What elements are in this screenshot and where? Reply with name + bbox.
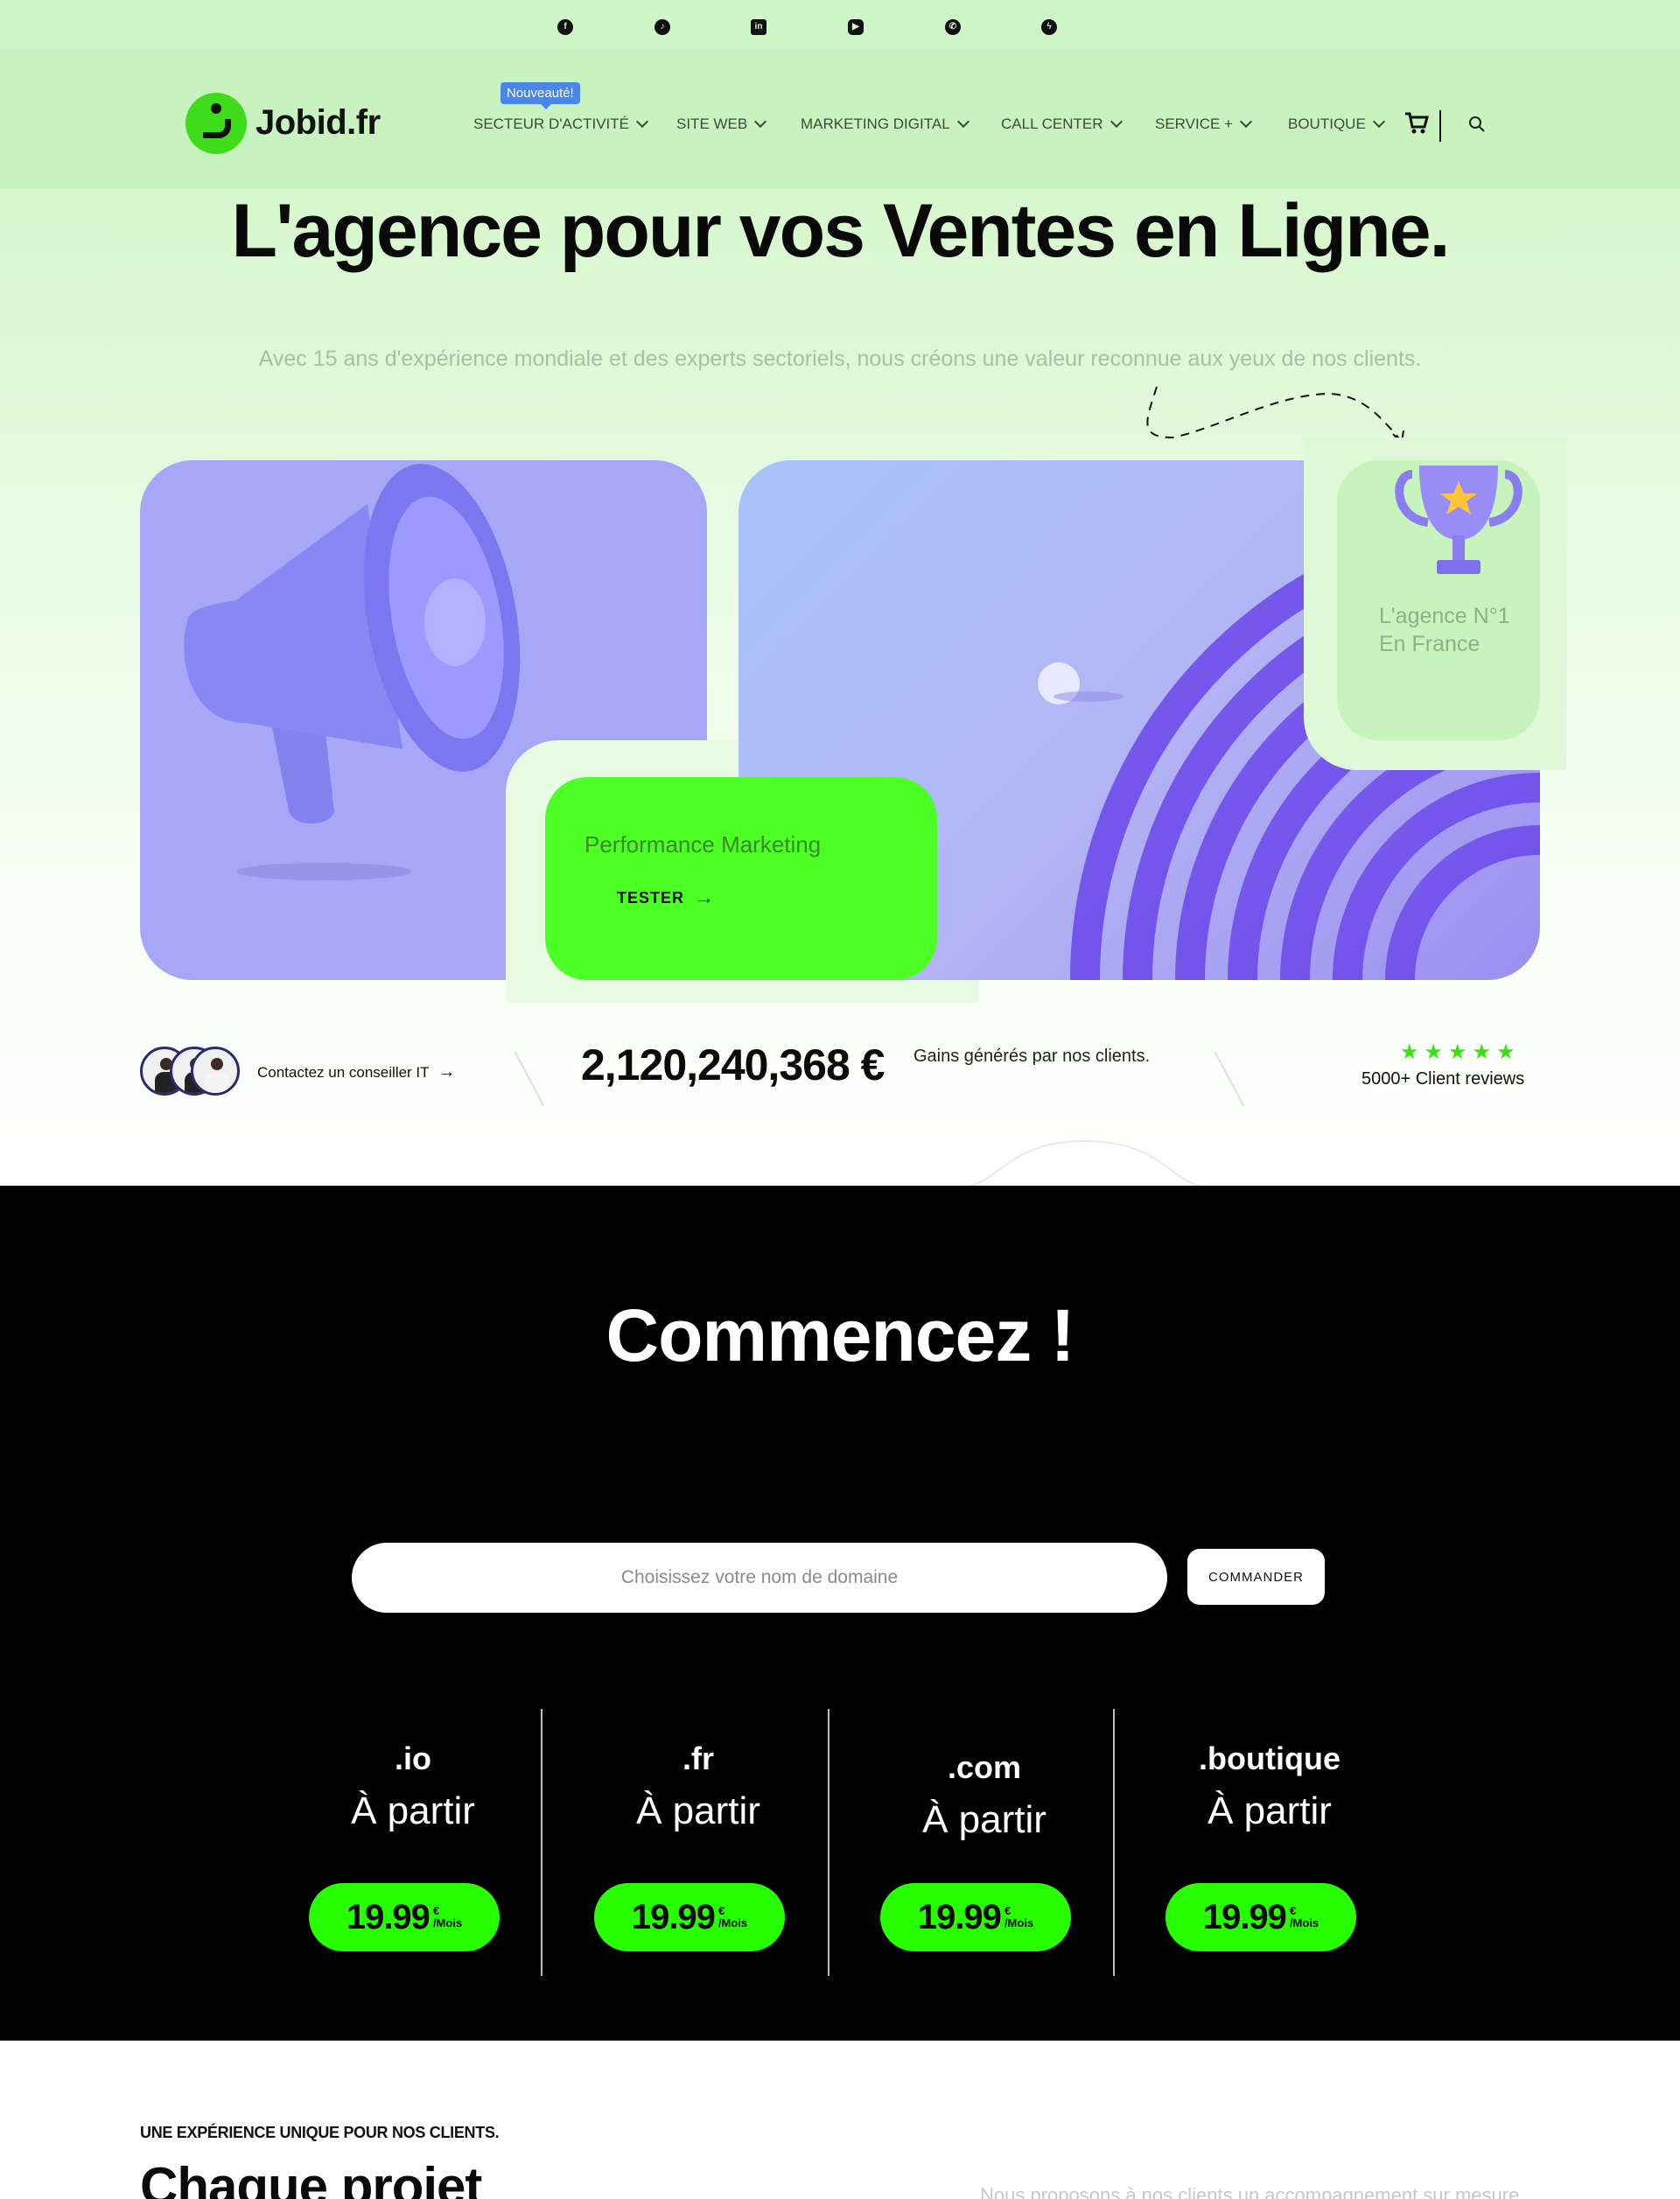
messenger-icon[interactable]: ϟ — [1041, 19, 1057, 35]
chevron-down-icon — [1372, 115, 1385, 129]
chevron-down-icon — [1239, 115, 1253, 129]
tld-name: .fr — [682, 1740, 714, 1776]
tld-card-com: .com À partir 19.99 €/Mois — [842, 1709, 1127, 1976]
hero-title: L'agence pour vos Ventes en Ligne. — [231, 189, 1451, 273]
arrow-right-icon: → — [438, 1062, 456, 1082]
nav-service[interactable]: SERVICE + — [1155, 115, 1253, 133]
linkedin-icon[interactable]: in — [751, 19, 766, 35]
price-value: 19.99 — [1202, 1897, 1287, 1936]
nav-label: CALL CENTER — [1001, 116, 1103, 132]
social-bar: f ♪ in ▶ ✆ ϟ — [0, 0, 1680, 49]
gains-caption: Gains générés par nos clients. — [914, 1047, 1151, 1066]
whatsapp-icon[interactable]: ✆ — [945, 19, 961, 35]
tld-from: À partir — [1208, 1789, 1332, 1832]
section-title: Commencez ! — [606, 1294, 1074, 1376]
search-icon[interactable] — [1468, 116, 1486, 133]
chevron-down-icon — [956, 115, 970, 129]
reviews-count: 5000+ Client reviews — [1362, 1069, 1525, 1089]
order-button[interactable]: COMMANDER — [1187, 1549, 1325, 1605]
price-pill[interactable]: 19.99 €/Mois — [1166, 1883, 1356, 1951]
nav-marketing[interactable]: MARKETING DIGITAL — [801, 115, 970, 133]
nav-label: BOUTIQUE — [1288, 116, 1366, 132]
tld-name: .com — [947, 1749, 1022, 1785]
divider — [1214, 1051, 1245, 1107]
tld-card-io: .io À partir 19.99 €/Mois — [270, 1709, 556, 1976]
hero-subtitle: Avec 15 ans d'expérience mondiale et des… — [258, 347, 1422, 371]
avatar — [191, 1047, 240, 1096]
new-badge: Nouveauté! — [500, 82, 580, 109]
section-text: Nous proposons à nos clients un accompag… — [980, 2184, 1520, 2199]
tld-from: À partir — [351, 1789, 475, 1832]
price-unit: €/Mois — [1289, 1904, 1320, 1929]
rating-stars-icon: ★★★★★ — [1400, 1040, 1521, 1064]
performance-card: Performance Marketing TESTER → — [545, 777, 937, 980]
contact-label: Contactez un conseiller IT — [257, 1063, 430, 1081]
trophy-icon — [1395, 466, 1522, 574]
domain-section: Commencez ! COMMANDER .io À partir 19.99… — [0, 1186, 1680, 2041]
tld-from: À partir — [922, 1798, 1046, 1841]
tld-card-fr: .fr À partir 19.99 €/Mois — [556, 1709, 841, 1976]
trophy-text: L'agence N°1 En France — [1379, 604, 1510, 656]
logo-icon[interactable] — [186, 93, 247, 154]
tld-name: .io — [395, 1740, 431, 1776]
section-kicker: UNE EXPÉRIENCE UNIQUE POUR NOS CLIENTS. — [140, 2124, 500, 2141]
nav-label: SITE WEB — [676, 116, 748, 132]
nav-secteur[interactable]: SECTEUR D'ACTIVITÉ — [473, 115, 649, 133]
experience-section: UNE EXPÉRIENCE UNIQUE POUR NOS CLIENTS. … — [0, 2041, 1680, 2199]
facebook-icon[interactable]: f — [557, 19, 573, 35]
price-pill[interactable]: 19.99 €/Mois — [309, 1883, 500, 1951]
chevron-down-icon — [754, 115, 767, 129]
price-value: 19.99 — [346, 1897, 430, 1936]
youtube-icon[interactable]: ▶ — [848, 19, 864, 35]
price-value: 19.99 — [917, 1897, 1002, 1936]
arrow-right-icon: → — [695, 886, 716, 908]
column-divider — [1113, 1709, 1115, 1976]
price-unit: €/Mois — [432, 1904, 463, 1929]
price-pill[interactable]: 19.99 €/Mois — [594, 1883, 785, 1951]
price-pill[interactable]: 19.99 €/Mois — [880, 1883, 1071, 1951]
section-heading: Chaque projet — [140, 2157, 482, 2199]
nav-call-center[interactable]: CALL CENTER — [1001, 115, 1123, 133]
tld-card-boutique: .boutique À partir 19.99 €/Mois — [1127, 1709, 1412, 1976]
column-divider — [828, 1709, 830, 1976]
tester-label: TESTER — [617, 888, 685, 907]
column-divider — [541, 1709, 542, 1976]
divider — [514, 1051, 545, 1107]
contact-advisor-link[interactable]: Contactez un conseiller IT → — [257, 1062, 456, 1082]
domain-search-input[interactable] — [352, 1543, 1167, 1613]
nav-site-web[interactable]: SITE WEB — [676, 115, 767, 133]
trophy-card: L'agence N°1 En France — [1337, 460, 1540, 740]
tiktok-icon[interactable]: ♪ — [654, 19, 670, 35]
tld-from: À partir — [636, 1789, 760, 1832]
nav-boutique[interactable]: BOUTIQUE — [1288, 115, 1385, 133]
price-unit: €/Mois — [1004, 1904, 1034, 1929]
tester-button[interactable]: TESTER → — [617, 886, 715, 909]
cart-icon[interactable] — [1404, 112, 1429, 135]
gains-amount: 2,120,240,368 € — [581, 1040, 885, 1089]
site-header: Jobid.fr Nouveauté! SECTEUR D'ACTIVITÉ S… — [0, 49, 1680, 189]
performance-label: Performance Marketing — [584, 831, 822, 858]
nav-divider — [1439, 110, 1441, 142]
section-notch — [962, 1139, 1208, 1187]
nav-label: SERVICE + — [1155, 116, 1233, 132]
logo-text[interactable]: Jobid.fr — [256, 103, 381, 143]
nav-label: SECTEUR D'ACTIVITÉ — [473, 116, 629, 132]
chevron-down-icon — [635, 115, 649, 129]
chevron-down-icon — [1110, 115, 1123, 129]
stats-row: Contactez un conseiller IT → 2,120,240,3… — [0, 1040, 1680, 1110]
nav-label: MARKETING DIGITAL — [801, 116, 950, 132]
tld-name: .boutique — [1199, 1740, 1340, 1776]
price-unit: €/Mois — [718, 1904, 748, 1929]
price-value: 19.99 — [631, 1897, 716, 1936]
